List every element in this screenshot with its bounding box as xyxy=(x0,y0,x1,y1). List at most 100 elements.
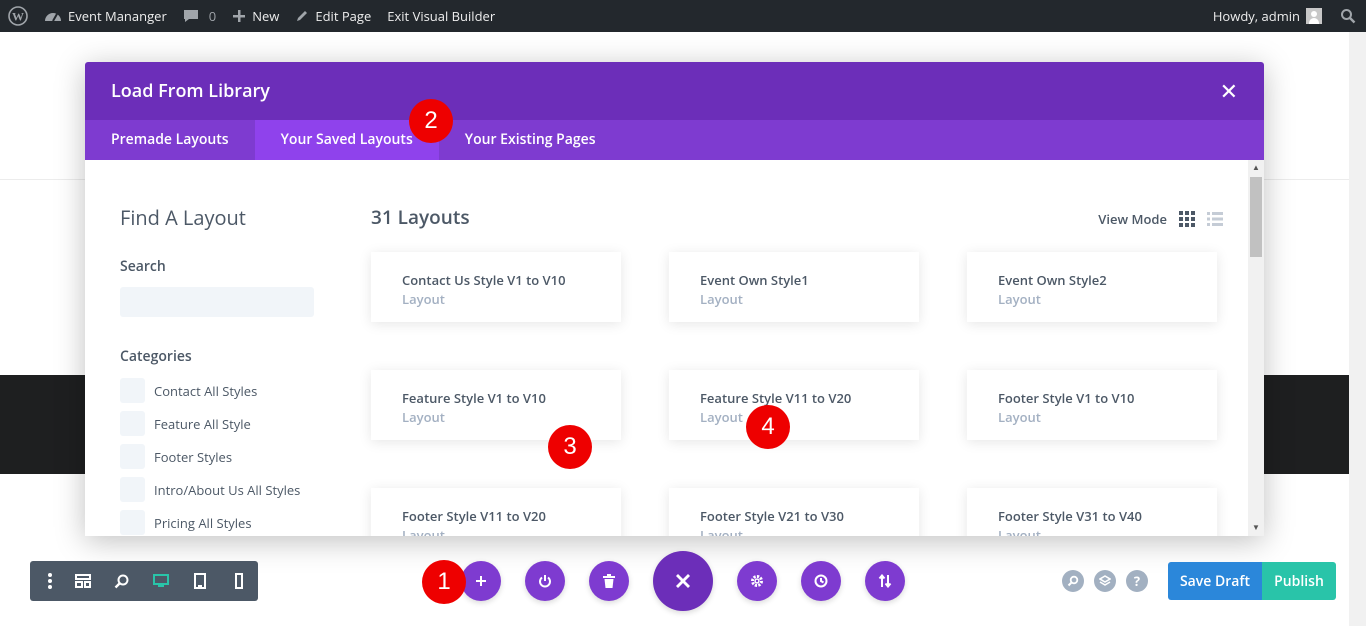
layout-card-type: Layout xyxy=(402,408,445,426)
category-label: Contact All Styles xyxy=(154,381,258,400)
category-checkbox[interactable] xyxy=(120,378,145,403)
save-draft-button[interactable]: Save Draft xyxy=(1168,562,1262,600)
list-view-icon[interactable] xyxy=(1207,211,1223,227)
layout-card-title: Event Own Style1 xyxy=(700,271,809,289)
tablet-view-icon[interactable] xyxy=(180,561,219,601)
wp-admin-bar: W Event Mananger 0 New Edit Page Exit Vi… xyxy=(0,0,1366,32)
layout-card-title: Feature Style V1 to V10 xyxy=(402,389,546,407)
edit-page-link[interactable]: Edit Page xyxy=(287,0,379,32)
category-checkbox[interactable] xyxy=(120,510,145,535)
scroll-down-arrow-icon[interactable]: ▼ xyxy=(1252,524,1260,532)
svg-text:W: W xyxy=(12,10,24,24)
desktop-view-icon[interactable] xyxy=(141,561,180,601)
category-checkbox[interactable] xyxy=(120,444,145,469)
wordpress-logo-icon[interactable]: W xyxy=(0,0,36,32)
comment-bubble-icon xyxy=(183,9,199,23)
zoom-icon[interactable] xyxy=(102,561,141,601)
import-export-arrows-icon xyxy=(878,574,892,588)
layout-card-type: Layout xyxy=(998,408,1041,426)
layout-card[interactable]: Feature Style V11 to V20 Layout xyxy=(669,370,919,440)
editing-history-button[interactable] xyxy=(801,561,841,601)
modal-scrollbar[interactable]: ▲ ▼ xyxy=(1248,160,1264,536)
save-to-library-button[interactable] xyxy=(525,561,565,601)
category-item[interactable]: Pricing All Styles xyxy=(120,506,330,536)
layout-card-title: Footer Style V31 to V40 xyxy=(998,507,1142,525)
clear-layout-button[interactable] xyxy=(589,561,629,601)
find-replace-icon[interactable] xyxy=(1062,570,1084,592)
wireframe-view-icon[interactable] xyxy=(63,561,102,601)
search-icon xyxy=(1340,8,1356,24)
more-options-icon[interactable] xyxy=(36,561,63,601)
site-name-label: Event Mananger xyxy=(68,7,167,25)
portability-button[interactable] xyxy=(865,561,905,601)
view-mode-switcher: View Mode xyxy=(1098,210,1223,228)
layout-card-type: Layout xyxy=(700,290,743,308)
new-label: New xyxy=(252,7,280,25)
page-settings-button[interactable] xyxy=(737,561,777,601)
layout-card-type: Layout xyxy=(402,526,445,536)
avatar xyxy=(1306,8,1322,24)
layout-card-title: Contact Us Style V1 to V10 xyxy=(402,271,566,289)
admin-search-button[interactable] xyxy=(1330,0,1366,32)
category-list: Contact All Styles Feature All Style Foo… xyxy=(120,374,330,536)
find-layout-heading: Find A Layout xyxy=(120,204,246,231)
step-marker-3: 3 xyxy=(548,425,592,469)
layout-card-type: Layout xyxy=(700,526,743,536)
layers-icon[interactable] xyxy=(1094,570,1116,592)
modal-tabs: Premade Layouts Your Saved Layouts Your … xyxy=(85,120,1264,160)
layout-card[interactable]: Footer Style V11 to V20 Layout xyxy=(371,488,621,536)
close-icon[interactable]: ✕ xyxy=(1220,80,1238,102)
close-icon xyxy=(675,573,691,589)
exit-visual-builder-link[interactable]: Exit Visual Builder xyxy=(379,0,503,32)
site-name-menu[interactable]: Event Mananger xyxy=(36,0,175,32)
layout-card[interactable]: Event Own Style2 Layout xyxy=(967,252,1217,322)
plus-icon xyxy=(476,576,486,586)
layout-filter-sidebar: Find A Layout Search Categories Contact … xyxy=(120,160,330,536)
category-checkbox[interactable] xyxy=(120,477,145,502)
layout-card-title: Feature Style V11 to V20 xyxy=(700,389,852,407)
publish-button[interactable]: Publish xyxy=(1262,562,1336,600)
plus-icon xyxy=(232,9,246,23)
exit-visual-builder-label: Exit Visual Builder xyxy=(387,7,496,25)
search-label: Search xyxy=(120,257,166,276)
layout-card-type: Layout xyxy=(402,290,445,308)
layout-card[interactable]: Contact Us Style V1 to V10 Layout xyxy=(371,252,621,322)
my-account-menu[interactable]: Howdy, admin xyxy=(1205,0,1330,32)
add-from-library-button[interactable] xyxy=(461,561,501,601)
category-label: Feature All Style xyxy=(154,414,251,433)
comments-menu[interactable]: 0 xyxy=(175,0,224,32)
tab-your-existing-pages[interactable]: Your Existing Pages xyxy=(439,120,622,160)
modal-body: Find A Layout Search Categories Contact … xyxy=(85,160,1264,536)
help-icon[interactable]: ? xyxy=(1126,570,1148,592)
step-marker-1: 1 xyxy=(422,560,466,604)
layout-card[interactable]: Event Own Style1 Layout xyxy=(669,252,919,322)
scroll-up-arrow-icon[interactable]: ▲ xyxy=(1252,164,1260,172)
category-item[interactable]: Feature All Style xyxy=(120,407,330,440)
power-icon xyxy=(538,574,552,588)
close-builder-controls-button[interactable] xyxy=(653,551,713,611)
layout-card-type: Layout xyxy=(700,408,743,426)
layout-card[interactable]: Footer Style V21 to V30 Layout xyxy=(669,488,919,536)
layout-card[interactable]: Footer Style V1 to V10 Layout xyxy=(967,370,1217,440)
scrollbar-thumb[interactable] xyxy=(1250,177,1262,257)
category-checkbox[interactable] xyxy=(120,411,145,436)
view-mode-label: View Mode xyxy=(1098,210,1167,228)
page-settings-toolbar xyxy=(30,561,258,601)
category-item[interactable]: Footer Styles xyxy=(120,440,330,473)
grid-view-icon[interactable] xyxy=(1179,211,1195,227)
category-item[interactable]: Contact All Styles xyxy=(120,374,330,407)
modal-title: Load From Library xyxy=(111,79,270,103)
page-scrollbar[interactable] xyxy=(1349,32,1366,626)
comments-count: 0 xyxy=(208,7,217,25)
category-item[interactable]: Intro/About Us All Styles xyxy=(120,473,330,506)
step-marker-4: 4 xyxy=(746,405,790,449)
layout-card-title: Footer Style V21 to V30 xyxy=(700,507,844,525)
layout-search-input[interactable] xyxy=(120,287,314,317)
tab-premade-layouts[interactable]: Premade Layouts xyxy=(85,120,255,160)
layout-card[interactable]: Footer Style V31 to V40 Layout xyxy=(967,488,1217,536)
history-clock-icon xyxy=(814,574,828,588)
load-from-library-modal: Load From Library ✕ Premade Layouts Your… xyxy=(85,62,1264,536)
phone-view-icon[interactable] xyxy=(219,561,258,601)
new-content-menu[interactable]: New xyxy=(224,0,287,32)
trash-icon xyxy=(603,574,615,588)
